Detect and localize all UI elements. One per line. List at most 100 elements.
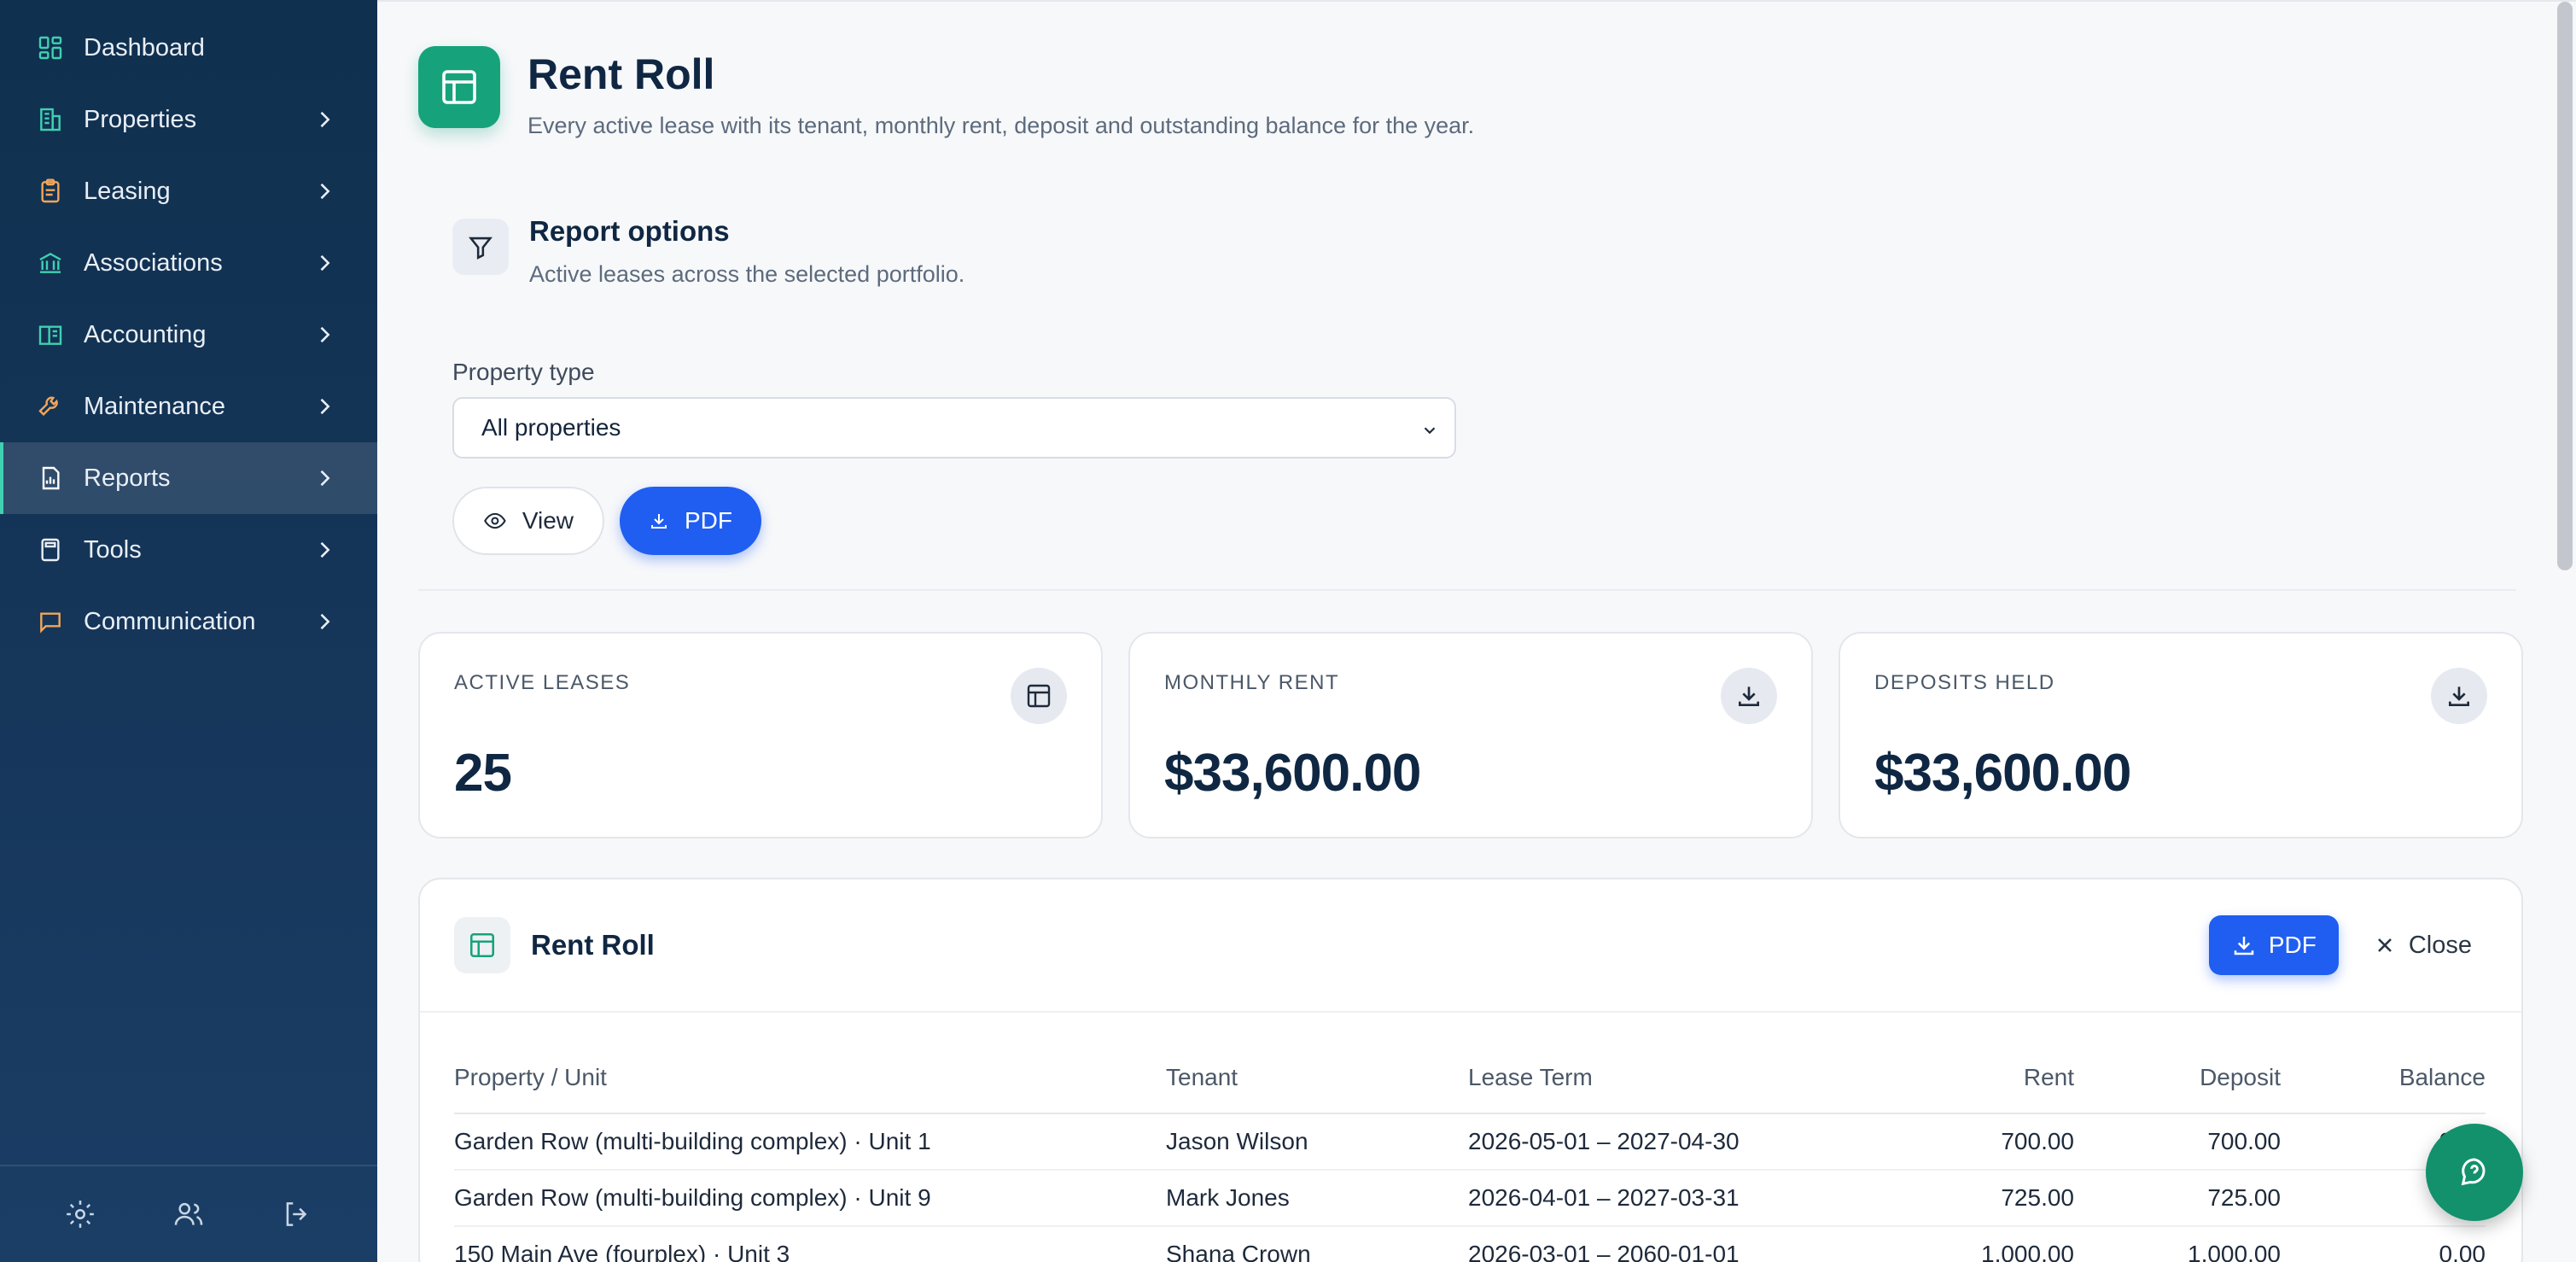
page-header: Rent Roll Every active lease with its te…	[418, 46, 1474, 138]
message-icon	[36, 607, 65, 636]
sidebar-item-associations[interactable]: Associations	[0, 227, 377, 299]
cell-rent: 1,000.00	[1869, 1226, 2074, 1262]
column-header[interactable]: Balance	[2281, 1059, 2486, 1114]
view-button[interactable]: View	[452, 487, 604, 555]
page-subtitle: Every active lease with its tenant, mont…	[527, 113, 1475, 138]
column-header[interactable]: Tenant	[1166, 1059, 1468, 1114]
dashboard-icon	[36, 33, 65, 62]
cell-tenant: Mark Jones	[1166, 1170, 1468, 1227]
report-icon	[36, 464, 65, 493]
cell-tenant: Jason Wilson	[1166, 1113, 1468, 1171]
close-label: Close	[2408, 931, 2472, 959]
gear-icon	[66, 1201, 94, 1228]
bank-icon	[36, 248, 65, 278]
sidebar-item-label: Associations	[84, 248, 223, 277]
sidebar-item-reports[interactable]: Reports	[0, 442, 377, 514]
download-icon	[651, 514, 667, 529]
building-icon	[36, 105, 65, 134]
table-icon	[418, 46, 500, 128]
filter-icon	[452, 219, 509, 275]
sidebar: Dashboard Properties Leasing Association…	[0, 0, 377, 1262]
help-chat-button[interactable]	[2426, 1124, 2523, 1221]
clipboard-icon	[36, 177, 65, 206]
cell-property-unit: Garden Row (multi-building complex) · Un…	[454, 1113, 1166, 1171]
cell-deposit: 700.00	[2074, 1113, 2281, 1171]
logout-icon	[286, 1202, 307, 1226]
stat-card-active-leases: ACTIVE LEASES 25	[418, 632, 1103, 838]
cell-tenant: Shana Crown	[1166, 1226, 1468, 1262]
vertical-scrollbar[interactable]	[2557, 2, 2573, 570]
sidebar-item-label: Communication	[84, 607, 256, 635]
cell-deposit: 1,000.00	[2074, 1226, 2281, 1262]
stat-value: $33,600.00	[1164, 744, 1421, 803]
sidebar-item-maintenance[interactable]: Maintenance	[0, 371, 377, 442]
eye-icon	[484, 512, 506, 529]
stat-value: 25	[454, 744, 512, 803]
download-icon	[1721, 668, 1777, 724]
settings-button[interactable]	[55, 1189, 106, 1240]
cell-rent: 700.00	[1869, 1113, 2074, 1171]
sidebar-item-properties[interactable]: Properties	[0, 84, 377, 155]
chevron-right-icon	[320, 254, 330, 272]
cell-lease-term: 2026-05-01 – 2027-04-30	[1468, 1113, 1869, 1171]
table-icon	[454, 917, 510, 973]
sidebar-item-tools[interactable]: Tools	[0, 514, 377, 586]
sidebar-item-dashboard[interactable]: Dashboard	[0, 12, 377, 84]
cell-rent: 725.00	[1869, 1170, 2074, 1227]
chevron-down-icon	[1424, 427, 1436, 435]
section-divider	[418, 589, 2516, 591]
cell-deposit: 725.00	[2074, 1170, 2281, 1227]
stat-card-deposits-held: DEPOSITS HELD $33,600.00	[1839, 632, 2523, 838]
rent-roll-report: Rent Roll PDF Close Property / Unit Tena…	[418, 878, 2523, 1262]
column-header[interactable]: Deposit	[2074, 1059, 2281, 1114]
pdf-button-label: PDF	[685, 507, 732, 534]
stat-value: $33,600.00	[1874, 744, 2131, 803]
chevron-right-icon	[320, 183, 330, 200]
ledger-icon	[36, 320, 65, 349]
download-icon	[2431, 668, 2487, 724]
sidebar-item-communication[interactable]: Communication	[0, 586, 377, 657]
wrench-icon	[36, 392, 65, 421]
users-icon	[174, 1202, 203, 1225]
sidebar-item-label: Reports	[84, 464, 171, 492]
column-header[interactable]: Rent	[1869, 1059, 2074, 1114]
sidebar-item-label: Properties	[84, 105, 197, 133]
table-row: Garden Row (multi-building complex) · Un…	[454, 1170, 2486, 1227]
cell-lease-term: 2026-03-01 – 2060-01-01	[1468, 1226, 1869, 1262]
column-header[interactable]: Property / Unit	[454, 1059, 1166, 1114]
chevron-right-icon	[320, 326, 330, 343]
sidebar-item-label: Accounting	[84, 320, 207, 348]
report-pdf-button[interactable]: PDF	[2208, 915, 2339, 975]
stat-card-monthly-rent: MONTHLY RENT $33,600.00	[1128, 632, 1813, 838]
chevron-right-icon	[320, 613, 330, 630]
cell-property-unit: 150 Main Ave (fourplex) · Unit 3	[454, 1226, 1166, 1262]
column-header[interactable]: Lease Term	[1468, 1059, 1869, 1114]
close-button[interactable]: Close	[2339, 915, 2494, 975]
chevron-right-icon	[320, 541, 330, 558]
sidebar-item-leasing[interactable]: Leasing	[0, 155, 377, 227]
page-title: Rent Roll	[527, 50, 715, 98]
sidebar-item-accounting[interactable]: Accounting	[0, 299, 377, 371]
options-title: Report options	[529, 215, 730, 247]
download-icon	[2234, 937, 2254, 955]
property-type-label: Property type	[452, 359, 595, 385]
main-content: Rent Roll Every active lease with its te…	[377, 0, 2576, 1262]
calculator-icon	[36, 535, 65, 564]
report-title: Rent Roll	[531, 929, 655, 961]
table-icon	[1011, 668, 1067, 724]
chevron-right-icon	[320, 398, 330, 415]
sidebar-item-label: Tools	[84, 535, 142, 564]
users-button[interactable]	[163, 1189, 214, 1240]
table-row: 150 Main Ave (fourplex) · Unit 3 Shana C…	[454, 1226, 2486, 1262]
report-pdf-label: PDF	[2268, 932, 2317, 958]
table-header-row: Property / Unit Tenant Lease Term Rent D…	[454, 1059, 2486, 1114]
sidebar-item-label: Dashboard	[84, 33, 205, 61]
logout-button[interactable]	[271, 1189, 323, 1240]
cell-lease-term: 2026-04-01 – 2027-03-31	[1468, 1170, 1869, 1227]
sidebar-footer	[0, 1165, 377, 1262]
property-type-select[interactable]: All properties	[452, 397, 1456, 459]
chevron-right-icon	[320, 470, 330, 487]
cell-balance: 0.00	[2281, 1226, 2486, 1262]
report-divider	[420, 1011, 2521, 1013]
pdf-button[interactable]: PDF	[620, 487, 761, 555]
